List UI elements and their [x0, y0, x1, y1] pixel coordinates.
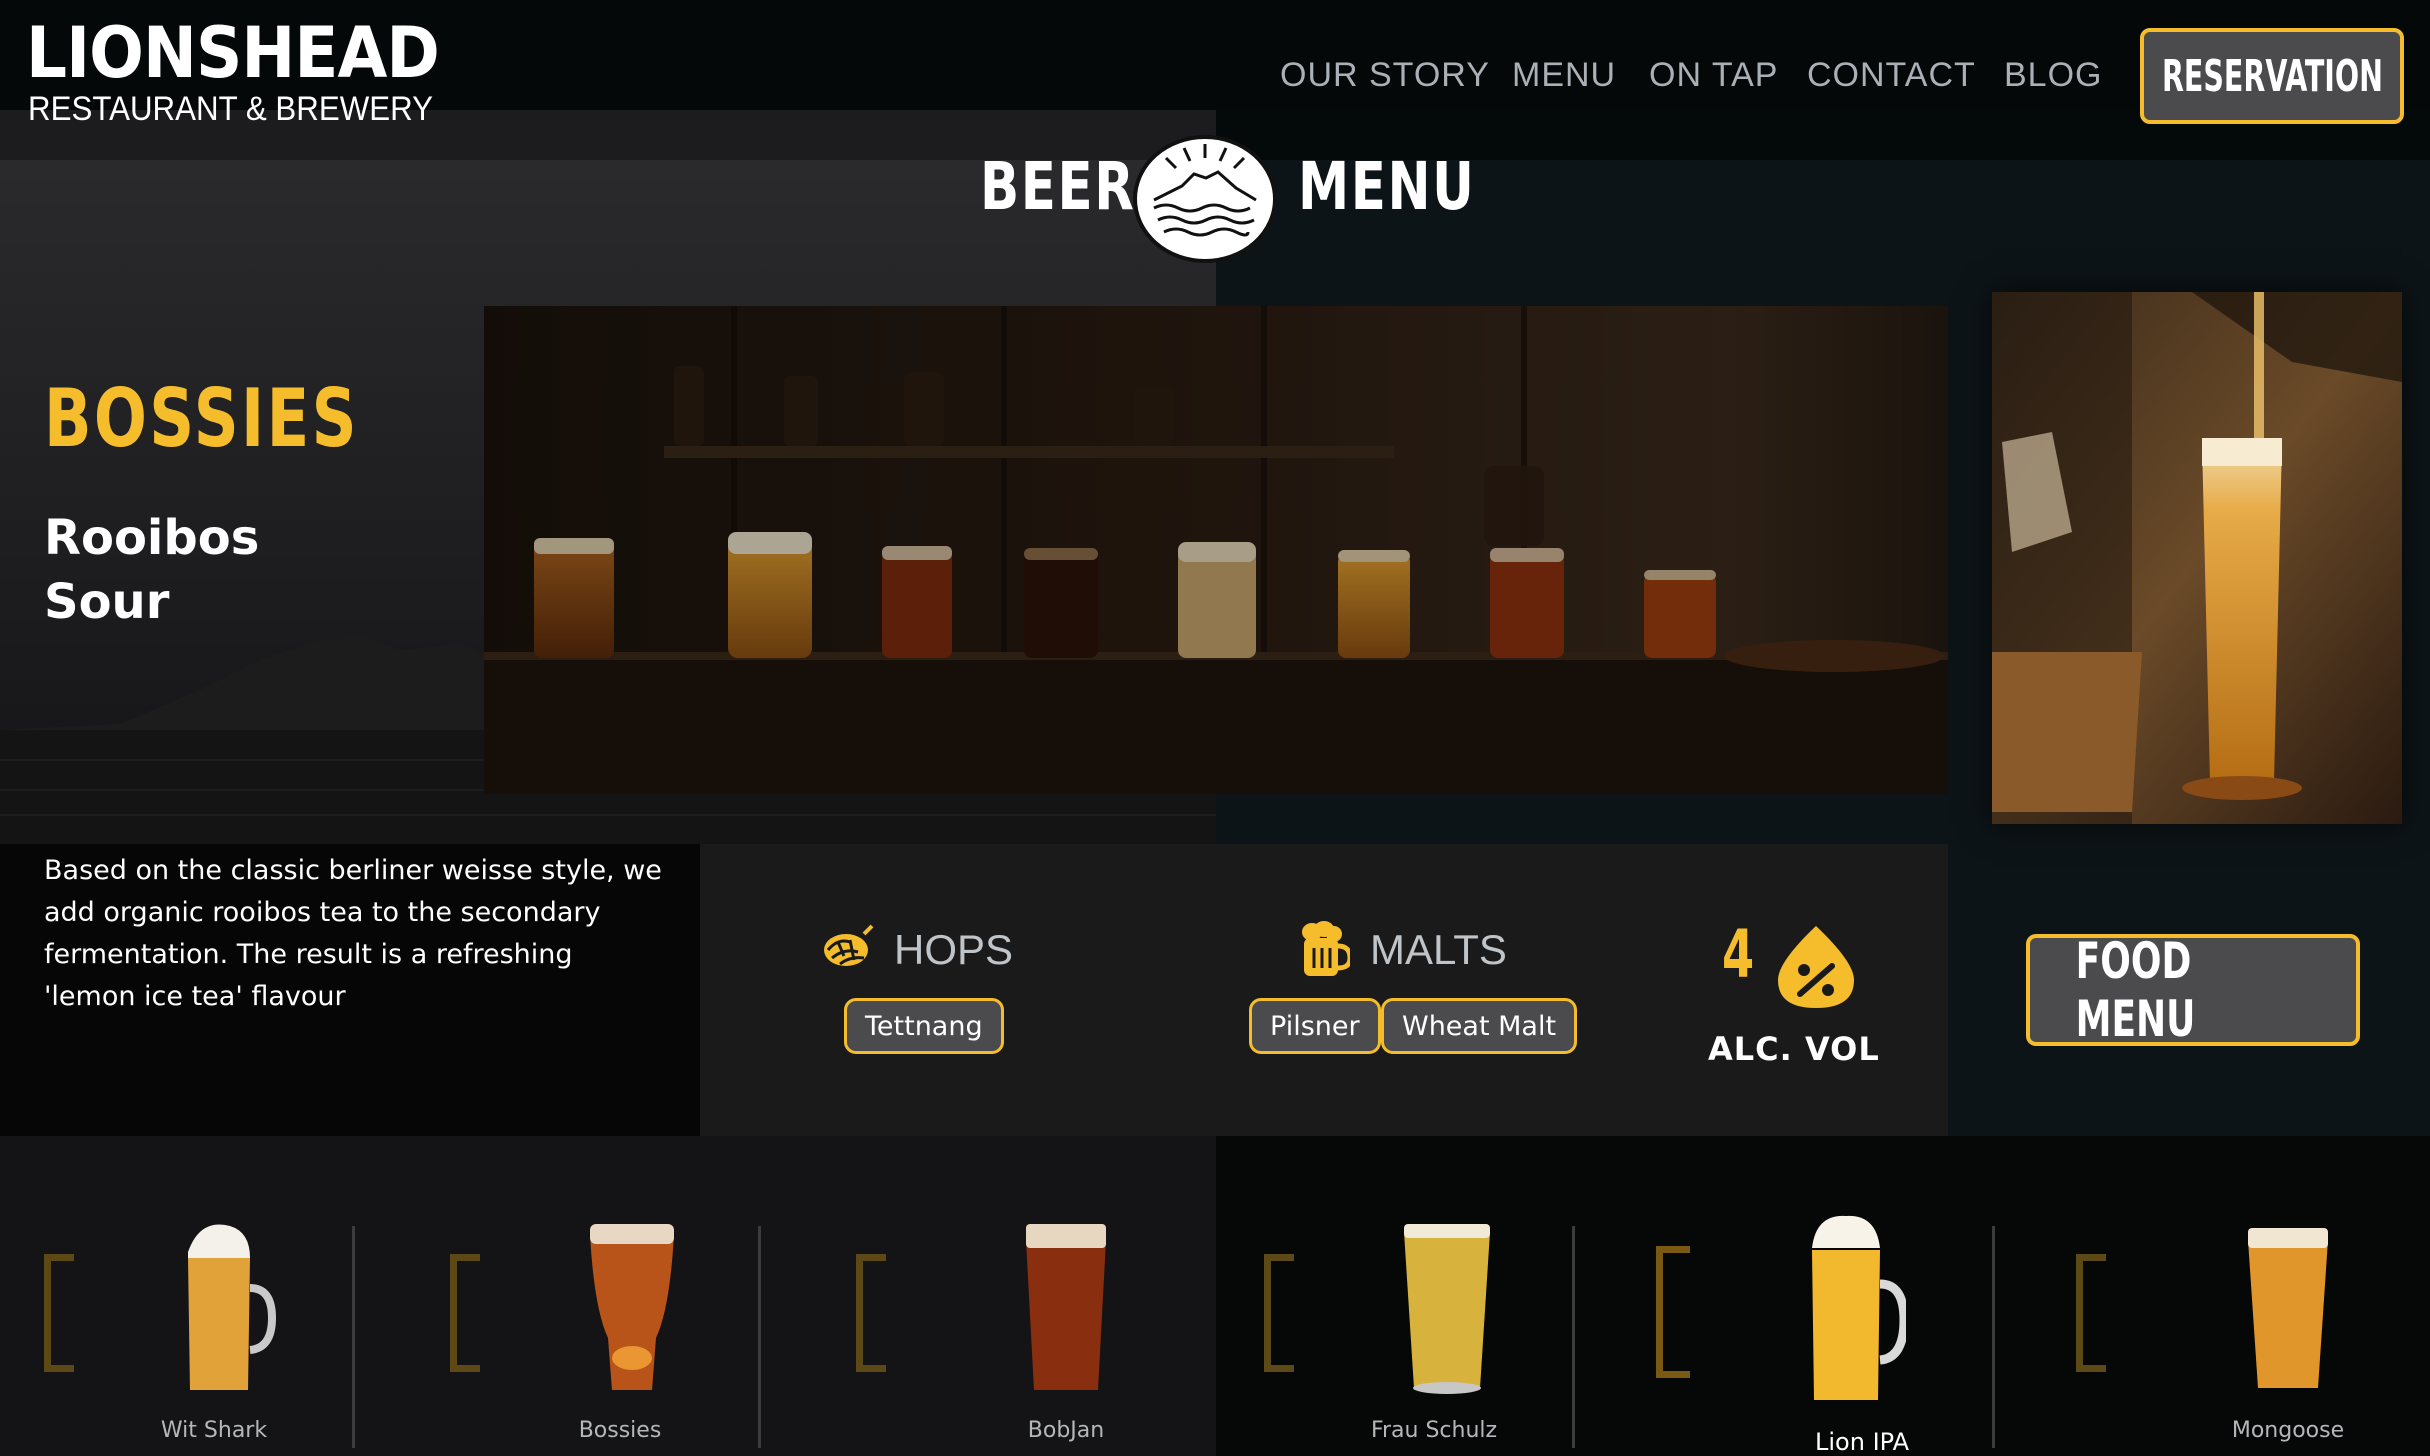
bracket-decoration	[44, 1254, 74, 1372]
malt-tag[interactable]: Wheat Malt	[1381, 998, 1578, 1054]
bracket-decoration	[1656, 1246, 1690, 1378]
nav-contact[interactable]: CONTACT	[1807, 56, 1976, 95]
hop-tag[interactable]: Tettnang	[844, 998, 1004, 1054]
beer-glass-image	[2248, 1228, 2328, 1388]
bracket-decoration	[1264, 1254, 1294, 1372]
food-menu-label: FOOD MENU	[2075, 932, 2196, 1048]
beer-glass-image	[590, 1224, 674, 1390]
beer-lineup-image	[484, 306, 1948, 794]
beer-pour-image	[1992, 292, 2402, 824]
nav-our-story[interactable]: OUR STORY	[1280, 56, 1490, 95]
food-menu-button[interactable]: FOOD MENU	[2026, 932, 2360, 1048]
nav-blog[interactable]: BLOG	[2004, 56, 2102, 95]
list-divider	[352, 1226, 355, 1448]
beer-list-item-mongoose[interactable]: Mongoose	[2076, 1190, 2430, 1456]
logo-title[interactable]: LIONSHEAD	[26, 18, 440, 88]
beer-style: Rooibos Sour	[44, 510, 260, 630]
reservation-label: RESERVATION	[2161, 50, 2383, 102]
beer-list-label: Mongoose	[2231, 1418, 2345, 1443]
abv-label: ALC. VOL	[1708, 1030, 1880, 1068]
beer-mug-icon	[1302, 921, 1350, 976]
beer-list-label: Frau Schulz	[1370, 1418, 1498, 1443]
beer-list-label: Wit Shark	[160, 1418, 268, 1443]
bracket-decoration	[2076, 1254, 2106, 1372]
hops-title: HOPS	[894, 926, 1014, 973]
beer-list-item-bobjan[interactable]: BobJan	[856, 1190, 1256, 1456]
abv-value: 4	[1722, 916, 1755, 993]
list-divider	[758, 1226, 761, 1448]
logo-subtitle[interactable]: RESTAURANT & BREWERY	[28, 90, 433, 129]
beer-list-item-wit-shark[interactable]: Wit Shark	[44, 1190, 444, 1456]
hop-icon	[824, 924, 874, 966]
reservation-button[interactable]: RESERVATION	[2140, 28, 2404, 124]
beer-list-item-lion-ipa[interactable]: Lion IPA	[1656, 1190, 2056, 1456]
beer-list-label: BobJan	[1027, 1418, 1105, 1443]
malt-tag[interactable]: Pilsner	[1249, 998, 1381, 1054]
beer-list-label: Bossies	[578, 1418, 662, 1443]
beer-list-label: Lion IPA	[1815, 1428, 1909, 1456]
bracket-decoration	[450, 1254, 480, 1372]
beer-mug-image	[188, 1224, 276, 1390]
mountain-sea-emblem-icon	[1133, 135, 1277, 263]
nav-menu[interactable]: MENU	[1512, 56, 1616, 95]
beer-glass-image	[1026, 1224, 1106, 1390]
beer-name: BOSSIES	[44, 372, 359, 465]
beer-description: Based on the classic berliner weisse sty…	[44, 855, 662, 1012]
percent-drop-icon	[1778, 926, 1854, 1008]
beer-glass-image	[1404, 1224, 1490, 1394]
list-divider	[1572, 1226, 1575, 1448]
beer-list-item-bossies[interactable]: Bossies	[450, 1190, 850, 1456]
list-divider	[1992, 1226, 1995, 1448]
page-heading-beer: BEER	[980, 148, 1136, 225]
beer-mug-image	[1812, 1215, 1906, 1400]
page-heading-menu: MENU	[1298, 148, 1476, 225]
malts-title: MALTS	[1370, 926, 1507, 973]
bracket-decoration	[856, 1254, 886, 1372]
nav-on-tap[interactable]: ON TAP	[1649, 56, 1778, 95]
beer-list-item-frau-schulz[interactable]: Frau Schulz	[1264, 1190, 1664, 1456]
